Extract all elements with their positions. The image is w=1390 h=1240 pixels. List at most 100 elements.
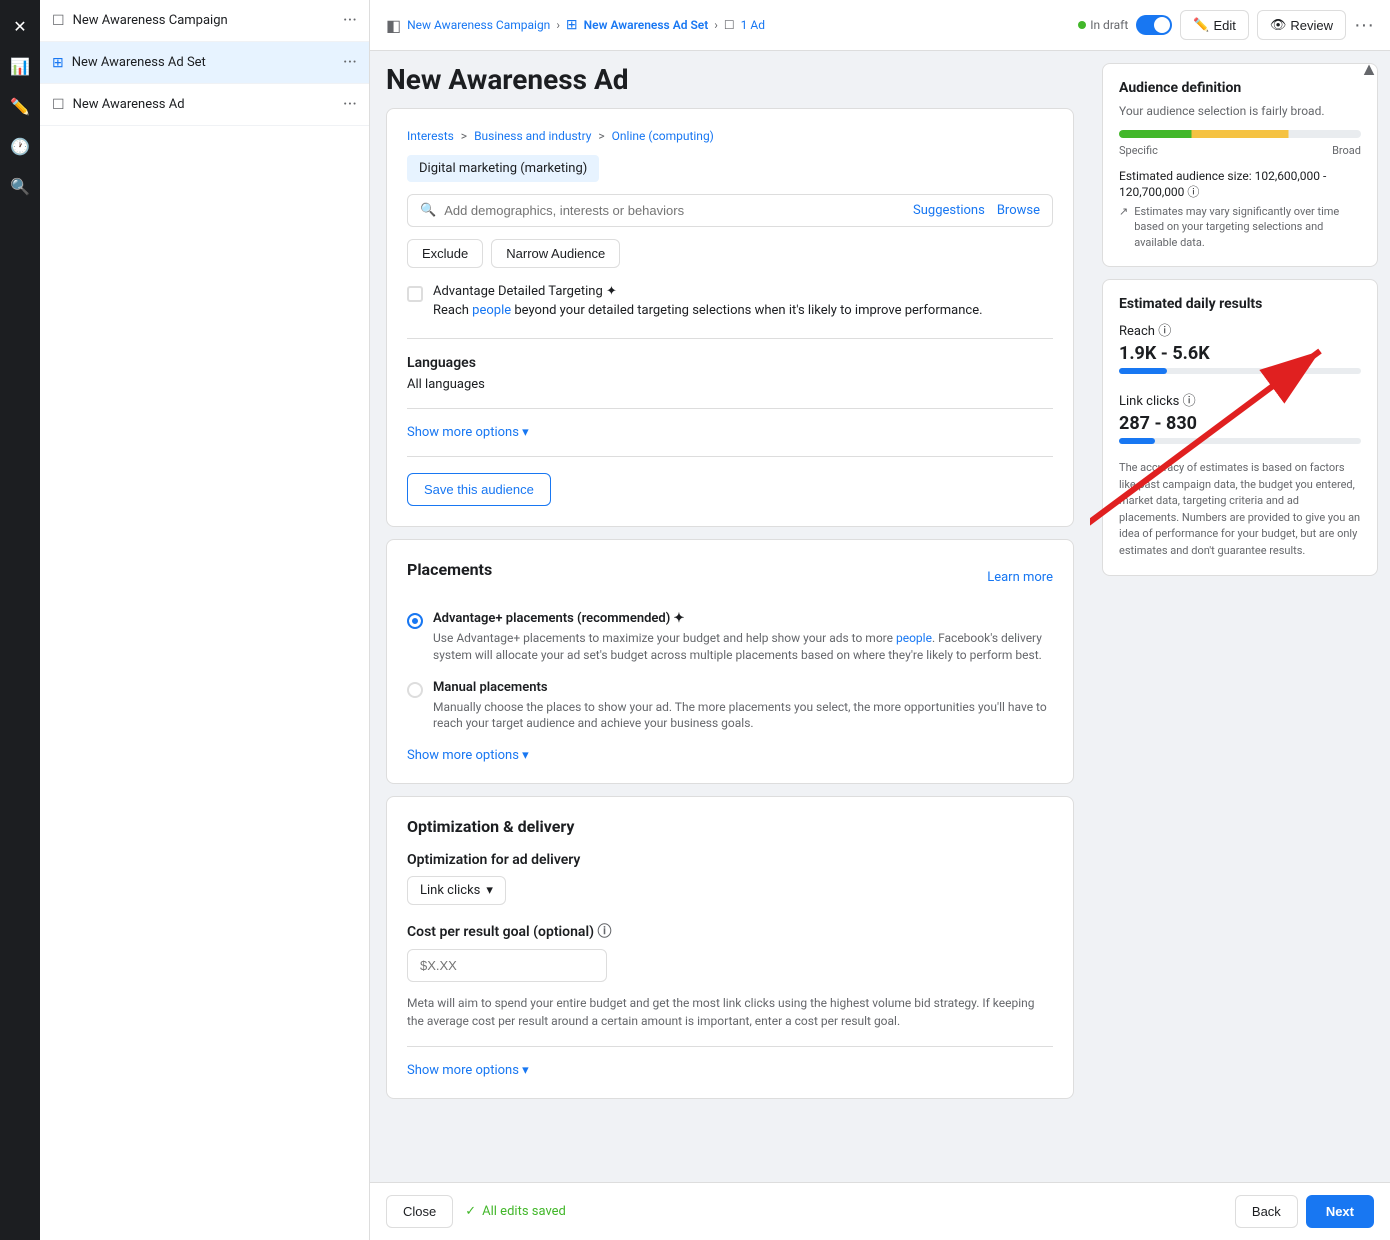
bc-campaign[interactable]: New Awareness Campaign <box>407 18 550 32</box>
manual-placement-option[interactable]: Manual placements Manually choose the pl… <box>407 680 1053 733</box>
audience-definition-card: Audience definition Your audience select… <box>1102 63 1378 267</box>
manual-placement-radio[interactable] <box>407 682 423 698</box>
ad-item-dots[interactable]: ··· <box>343 94 357 115</box>
scroll-up-arrow[interactable]: ▲ <box>1360 59 1378 80</box>
exclude-button[interactable]: Exclude <box>407 239 483 268</box>
reach-result-row: Reach ⓘ 1.9K - 5.6K <box>1119 320 1361 374</box>
sidebar-edit-icon[interactable]: ✏️ <box>4 90 36 122</box>
advantage-placement-title: Advantage+ placements (recommended) ✦ <box>433 611 1053 626</box>
advantage-placement-radio[interactable] <box>407 613 423 629</box>
sidebar-chart-icon[interactable]: 📊 <box>4 50 36 82</box>
people-link[interactable]: people <box>472 303 511 318</box>
advantage-placement-option[interactable]: Advantage+ placements (recommended) ✦ Us… <box>407 611 1053 664</box>
placements-section: Placements Learn more Advantage+ placeme… <box>386 539 1074 784</box>
bc-online[interactable]: Online (computing) <box>612 129 714 143</box>
campaign-item-label: New Awareness Campaign <box>73 13 335 28</box>
form-panel: New Awareness Ad Interests > Business an… <box>370 51 1090 1182</box>
cost-description: Meta will aim to spend your entire budge… <box>407 994 1053 1030</box>
close-button[interactable]: Close <box>386 1195 453 1228</box>
collapse-icon[interactable]: ◧ <box>386 16 401 35</box>
suggestions-link[interactable]: Suggestions <box>913 203 985 218</box>
advantage-label: Advantage Detailed Targeting ✦ <box>433 284 983 299</box>
saved-label: All edits saved <box>482 1204 566 1219</box>
search-actions: Suggestions Browse <box>913 203 1040 218</box>
link-clicks-info-icon[interactable]: ⓘ <box>1183 394 1196 409</box>
advantage-checkbox[interactable] <box>407 286 423 302</box>
campaign-panel: ☐ New Awareness Campaign ··· ⊞ New Aware… <box>40 0 370 1240</box>
status-badge: In draft <box>1078 18 1128 32</box>
divider-1 <box>407 338 1053 339</box>
optimization-section: Optimization & delivery Optimization for… <box>386 796 1074 1099</box>
campaign-item-campaign[interactable]: ☐ New Awareness Campaign ··· <box>40 0 369 42</box>
top-actions: In draft ✏️ Edit 👁 Review ··· <box>1078 10 1374 40</box>
show-more-options-1[interactable]: Show more options ▾ <box>407 425 1053 440</box>
languages-value: All languages <box>407 377 1053 392</box>
status-dot <box>1078 21 1086 29</box>
demographics-search-input[interactable] <box>444 203 905 218</box>
bc-adset[interactable]: New Awareness Ad Set <box>584 18 709 32</box>
more-options-button[interactable]: ··· <box>1354 14 1374 37</box>
divider-2 <box>407 408 1053 409</box>
browse-link[interactable]: Browse <box>997 203 1040 218</box>
show-more-options-3[interactable]: Show more options ▾ <box>407 1063 1053 1078</box>
campaign-item-ad[interactable]: ☐ New Awareness Ad ··· <box>40 84 369 126</box>
meter-bar <box>1119 130 1361 138</box>
advantage-placement-desc: Use Advantage+ placements to maximize yo… <box>433 630 1053 664</box>
ad-icon: ☐ <box>52 97 65 113</box>
save-audience-button[interactable]: Save this audience <box>407 473 551 506</box>
narrow-audience-button[interactable]: Narrow Audience <box>491 239 620 268</box>
cost-input[interactable] <box>407 949 607 982</box>
all-saved-indicator: ✓ All edits saved <box>465 1204 566 1219</box>
targeting-breadcrumb: Interests > Business and industry > Onli… <box>407 129 1053 143</box>
adset-item-dots[interactable]: ··· <box>343 52 357 73</box>
bc-business[interactable]: Business and industry <box>474 129 591 143</box>
divider-4 <box>407 1046 1053 1047</box>
right-sidebar: ▲ Audience definition Your audience sele… <box>1090 51 1390 1182</box>
campaign-item-adset[interactable]: ⊞ New Awareness Ad Set ··· <box>40 42 369 84</box>
manual-placement-desc: Manually choose the places to show your … <box>433 699 1053 733</box>
targeting-tag: Digital marketing (marketing) <box>407 155 599 182</box>
languages-label: Languages <box>407 355 1053 371</box>
people-link-2[interactable]: people <box>896 631 932 645</box>
ad-item-label: New Awareness Ad <box>73 97 335 112</box>
content-area: New Awareness Ad Interests > Business an… <box>370 51 1390 1182</box>
learn-more-link[interactable]: Learn more <box>987 570 1053 585</box>
review-button[interactable]: 👁 Review <box>1257 10 1346 40</box>
next-button[interactable]: Next <box>1306 1195 1374 1228</box>
edit-button[interactable]: ✏️ Edit <box>1180 10 1249 40</box>
sidebar-clock-icon[interactable]: 🕐 <box>4 130 36 162</box>
specific-label: Specific <box>1119 144 1158 157</box>
audience-note: ↗ Estimates may vary significantly over … <box>1119 204 1361 250</box>
sidebar-search-icon[interactable]: 🔍 <box>4 170 36 202</box>
reach-bar-fill <box>1119 368 1167 374</box>
draft-toggle[interactable] <box>1136 15 1172 35</box>
link-clicks-result-row: Link clicks ⓘ 287 - 830 <box>1119 390 1361 444</box>
adset-icon: ⊞ <box>52 55 64 71</box>
sidebar-close-icon[interactable]: ✕ <box>4 10 36 42</box>
link-clicks-dropdown[interactable]: Link clicks ▾ <box>407 876 506 905</box>
back-button[interactable]: Back <box>1235 1195 1298 1228</box>
left-sidebar: ✕ 📊 ✏️ 🕐 🔍 <box>0 0 40 1240</box>
note-icon: ↗ <box>1119 204 1128 250</box>
main-content: ◧ New Awareness Campaign › ⊞ New Awarene… <box>370 0 1390 1240</box>
adset-grid-icon: ⊞ <box>566 17 578 33</box>
audience-card-subtitle: Your audience selection is fairly broad. <box>1119 104 1361 118</box>
campaign-item-dots[interactable]: ··· <box>343 10 357 31</box>
footer-bar: Close ✓ All edits saved Back Next <box>370 1182 1390 1240</box>
adset-item-label: New Awareness Ad Set <box>72 55 335 70</box>
breadcrumb: ◧ New Awareness Campaign › ⊞ New Awarene… <box>386 16 1070 35</box>
page-title: New Awareness Ad <box>370 51 1090 96</box>
info-icon: ⓘ <box>597 924 611 940</box>
show-more-options-2[interactable]: Show more options ▾ <box>407 748 1053 763</box>
link-clicks-value: Link clicks <box>420 883 480 898</box>
audience-size: Estimated audience size: 102,600,000 - 1… <box>1119 169 1361 200</box>
reach-info-icon[interactable]: ⓘ <box>1158 324 1171 339</box>
audience-meter: Specific Broad <box>1119 130 1361 157</box>
audience-info-icon[interactable]: ⓘ <box>1187 185 1199 199</box>
bc-ad[interactable]: 1 Ad <box>741 18 765 32</box>
bc-interests[interactable]: Interests <box>407 129 454 143</box>
audience-card-title: Audience definition <box>1119 80 1361 96</box>
opt-delivery-label: Optimization for ad delivery <box>407 852 1053 868</box>
check-icon: ✓ <box>465 1204 476 1219</box>
footer-right: Back Next <box>1235 1195 1374 1228</box>
